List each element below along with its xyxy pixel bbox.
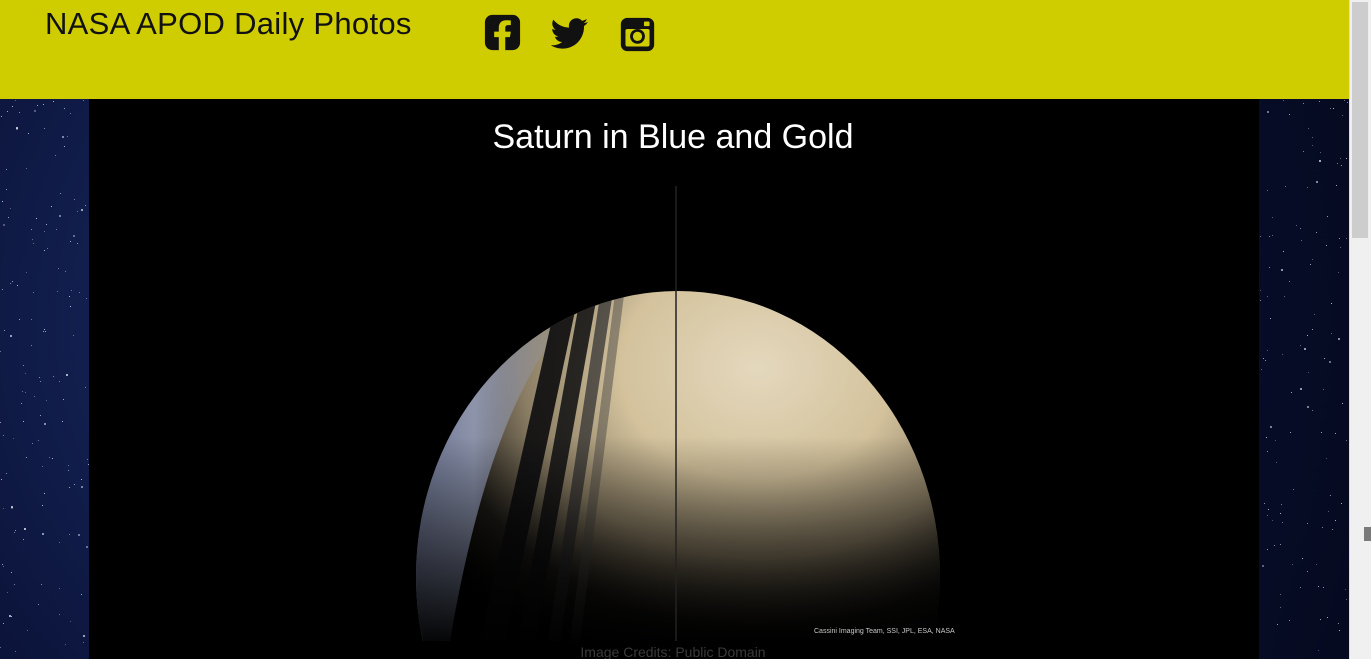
site-title[interactable]: NASA APOD Daily Photos: [45, 6, 412, 42]
vertical-scrollbar[interactable]: [1349, 0, 1371, 659]
twitter-icon[interactable]: [550, 18, 591, 58]
photo-title: Saturn in Blue and Gold: [492, 118, 854, 156]
instagram-icon[interactable]: [619, 16, 659, 56]
facebook-icon[interactable]: [484, 14, 524, 54]
scrollbar-grip[interactable]: [1364, 527, 1371, 541]
image-watermark: Cassini Imaging Team, SSI, JPL, ESA, NAS…: [814, 628, 955, 635]
saturn-photo[interactable]: Cassini Imaging Team, SSI, JPL, ESA, NAS…: [410, 186, 970, 641]
image-credits: Image Credits: Public Domain: [580, 644, 766, 659]
site-header: NASA APOD Daily Photos: [0, 0, 1349, 99]
scrollbar-thumb[interactable]: [1352, 2, 1368, 238]
